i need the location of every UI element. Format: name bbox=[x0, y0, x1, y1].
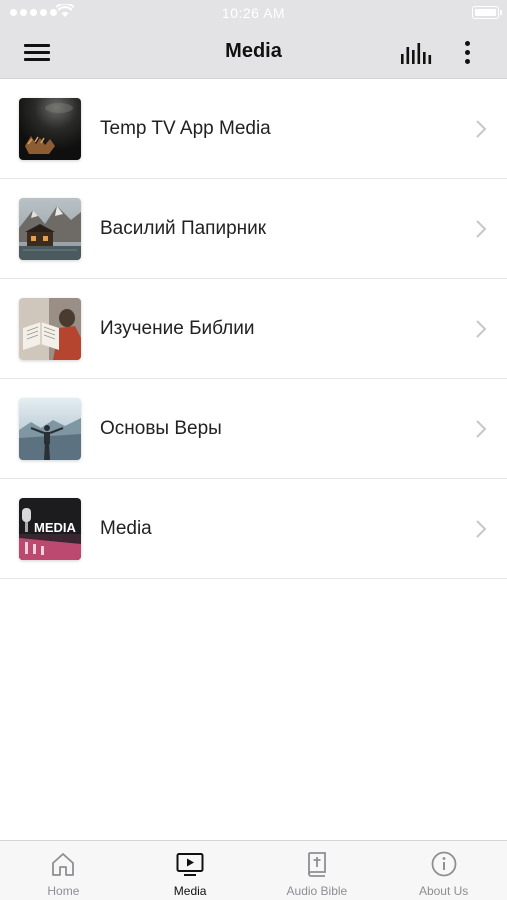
tab-home[interactable]: Home bbox=[0, 841, 127, 900]
tab-audio-bible[interactable]: Audio Bible bbox=[254, 841, 381, 900]
tab-about-us[interactable]: About Us bbox=[380, 841, 507, 900]
tab-bar: Home Media Audio Bible About Us bbox=[0, 840, 507, 900]
thumbnail-image: MEDIA bbox=[19, 498, 81, 560]
list-item-label: Василий Папирник bbox=[100, 218, 267, 239]
bible-icon bbox=[307, 852, 326, 877]
home-icon bbox=[52, 853, 75, 876]
hamburger-menu-button[interactable] bbox=[20, 39, 56, 67]
chevron-right-icon bbox=[476, 120, 487, 138]
list-item-foundations-of-faith[interactable]: Основы Веры bbox=[0, 379, 507, 479]
battery-icon bbox=[472, 6, 502, 19]
media-list: Temp TV App Media Василий Папирник Изуче… bbox=[0, 79, 507, 579]
thumbnail-image bbox=[19, 98, 81, 160]
list-item-media[interactable]: MEDIA Media bbox=[0, 479, 507, 579]
info-icon bbox=[431, 851, 457, 877]
play-screen-icon bbox=[176, 853, 204, 876]
list-item-label: Основы Веры bbox=[100, 418, 222, 439]
list-item-vasiliy-papirnik[interactable]: Василий Папирник bbox=[0, 179, 507, 279]
status-bar: 10:26 AM bbox=[0, 0, 507, 26]
list-item-label: Media bbox=[100, 518, 152, 539]
audio-player-button[interactable] bbox=[397, 39, 433, 69]
thumbnail-media-text: MEDIA bbox=[34, 520, 77, 535]
chevron-right-icon bbox=[476, 220, 487, 238]
tab-media[interactable]: Media bbox=[127, 841, 254, 900]
list-item-temp-tv-app-media[interactable]: Temp TV App Media bbox=[0, 79, 507, 179]
thumbnail-image bbox=[19, 398, 81, 460]
thumbnail-image bbox=[19, 198, 81, 260]
tab-label: Audio Bible bbox=[286, 884, 348, 898]
tab-label: Media bbox=[173, 884, 207, 898]
chevron-right-icon bbox=[476, 320, 487, 338]
more-options-button[interactable] bbox=[456, 38, 480, 68]
chevron-right-icon bbox=[476, 420, 487, 438]
list-item-label: Temp TV App Media bbox=[100, 118, 271, 139]
chevron-right-icon bbox=[476, 520, 487, 538]
tab-label: About Us bbox=[418, 884, 469, 898]
list-item-label: Изучение Библии bbox=[100, 318, 255, 339]
equalizer-icon bbox=[401, 43, 432, 64]
tab-label: Home bbox=[47, 884, 80, 898]
thumbnail-image bbox=[19, 298, 81, 360]
list-item-bible-study[interactable]: Изучение Библии bbox=[0, 279, 507, 379]
navigation-bar: Media bbox=[0, 26, 507, 79]
status-time: 10:26 AM bbox=[221, 5, 286, 21]
